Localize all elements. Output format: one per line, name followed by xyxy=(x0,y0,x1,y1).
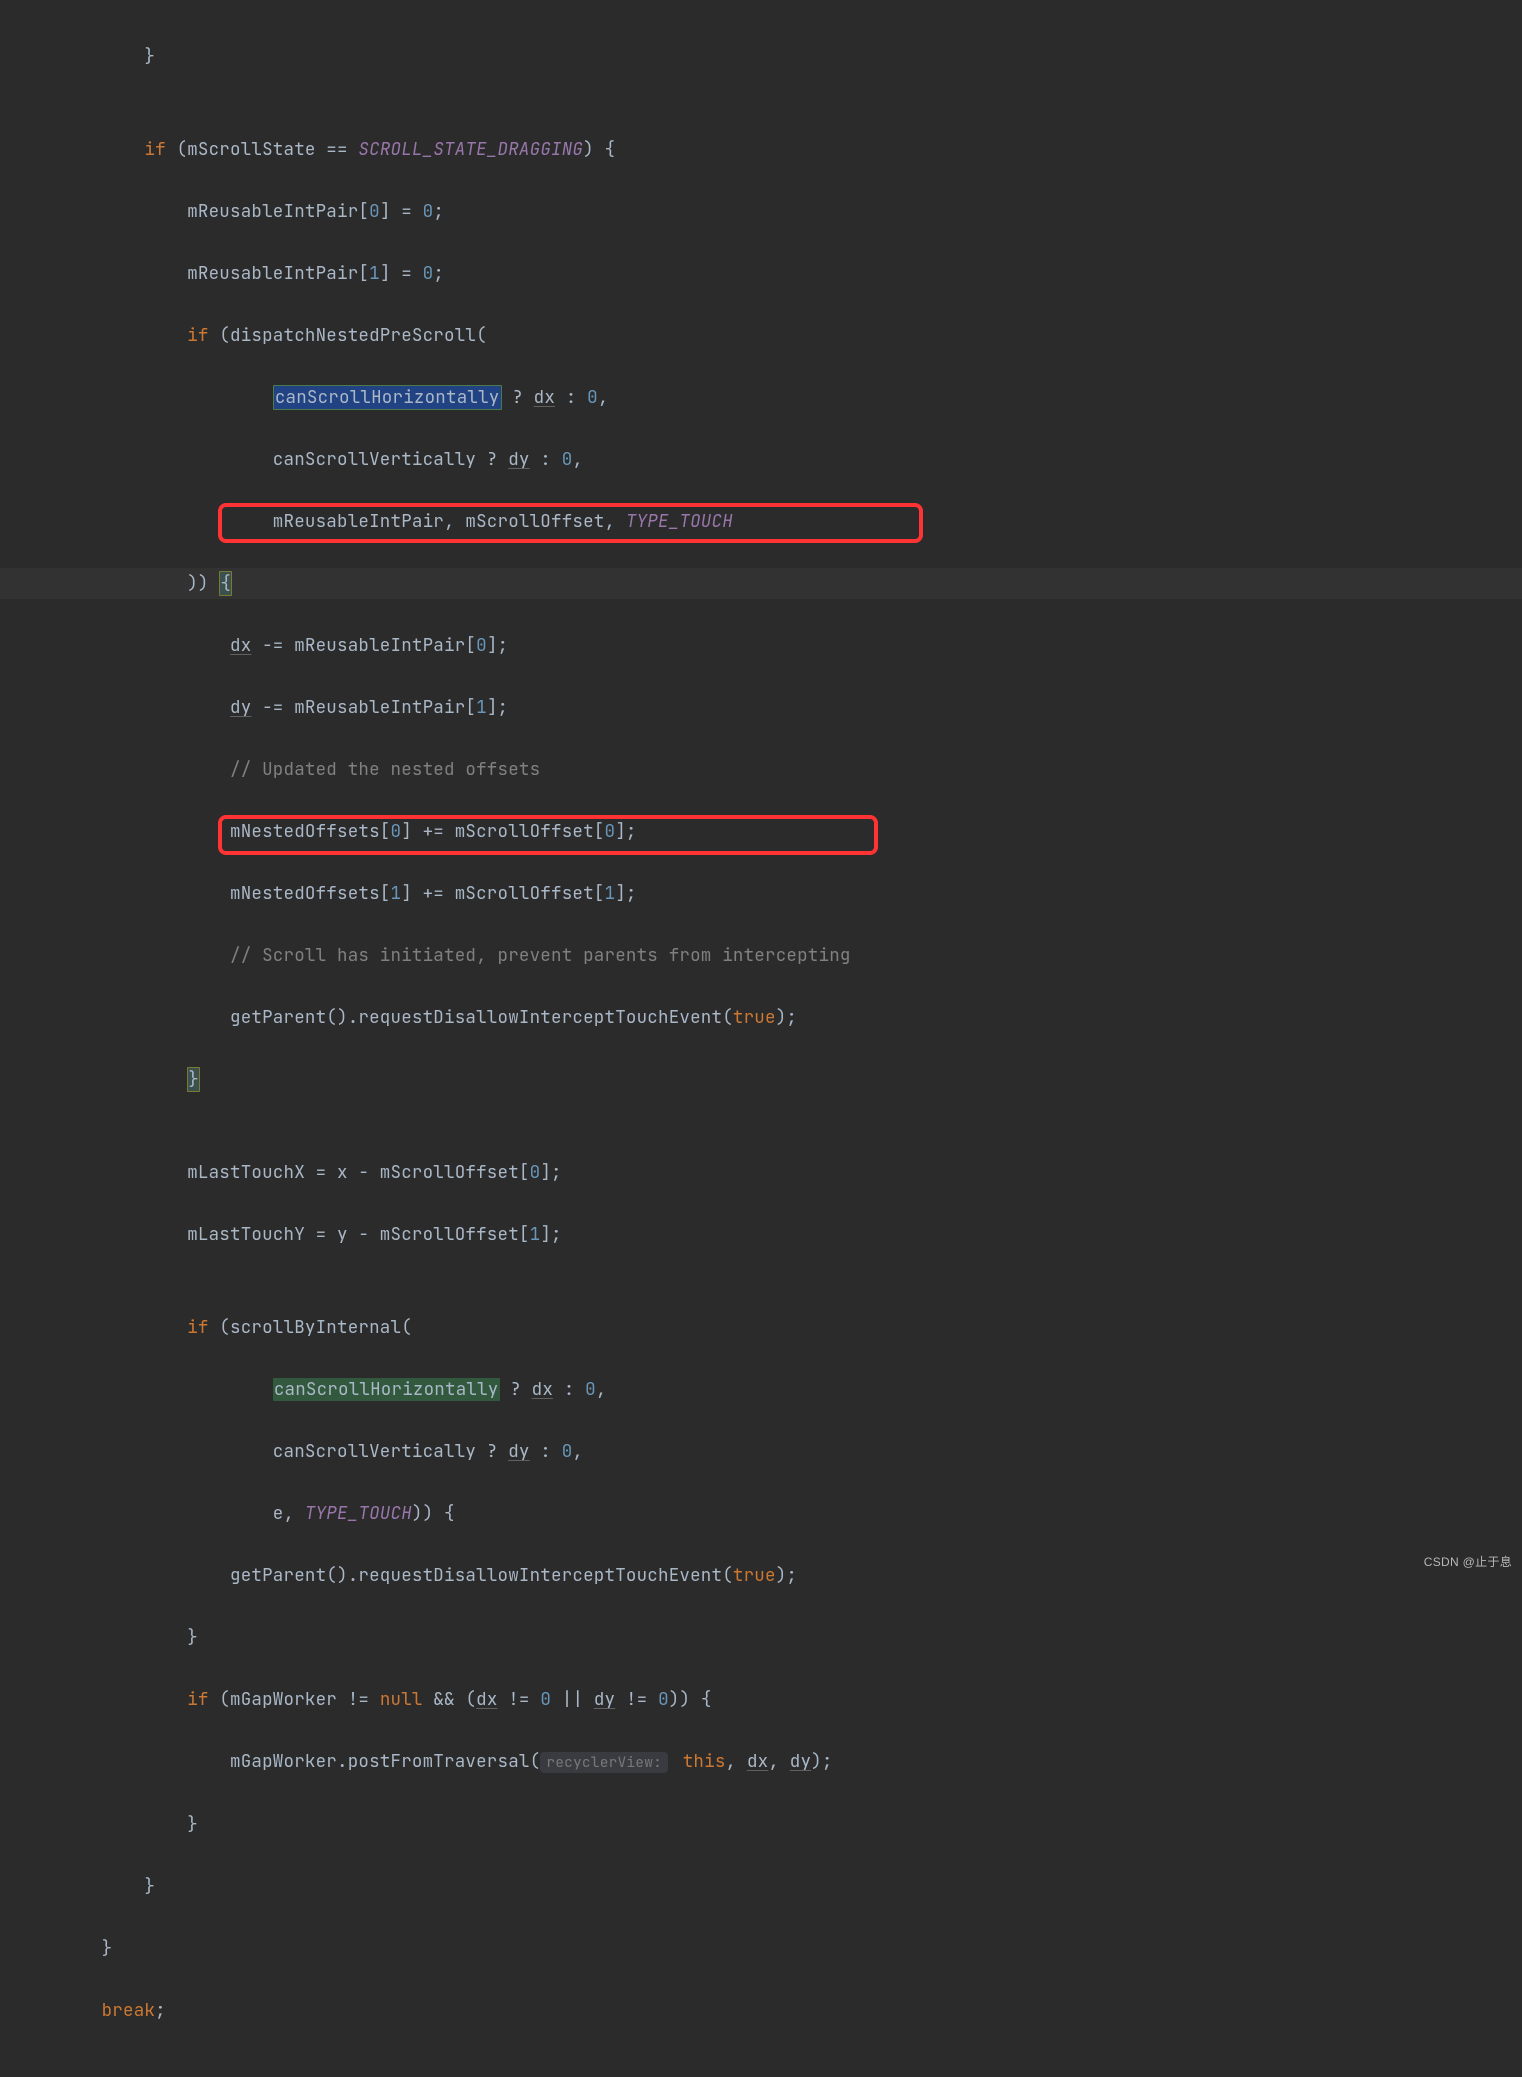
watermark-text: CSDN @止于息 xyxy=(1424,1553,1512,1570)
code-line: } xyxy=(0,1871,1522,1902)
code-line: mGapWorker.postFromTraversal(recyclerVie… xyxy=(0,1746,1522,1778)
code-line: } xyxy=(0,1622,1522,1653)
code-line: mLastTouchX = x - mScrollOffset[0]; xyxy=(0,1157,1522,1188)
code-line: mNestedOffsets[0] += mScrollOffset[0]; xyxy=(0,816,1522,847)
code-line: mReusableIntPair[1] = 0; xyxy=(0,258,1522,289)
code-line: break; xyxy=(0,1995,1522,2026)
code-line: canScrollHorizontally ? dx : 0, xyxy=(0,382,1522,413)
code-line: canScrollVertically ? dy : 0, xyxy=(0,1436,1522,1467)
code-line: if (dispatchNestedPreScroll( xyxy=(0,320,1522,351)
code-line: mReusableIntPair[0] = 0; xyxy=(0,196,1522,227)
code-line-highlighted: )) { xyxy=(0,568,1522,599)
code-line: if (mScrollState == SCROLL_STATE_DRAGGIN… xyxy=(0,134,1522,165)
brace-match: { xyxy=(219,571,232,596)
selection-match: canScrollHorizontally xyxy=(273,1378,500,1401)
code-line: dx -= mReusableIntPair[0]; xyxy=(0,630,1522,661)
code-line: if (mGapWorker != null && (dx != 0 || dy… xyxy=(0,1684,1522,1715)
code-line: getParent().requestDisallowInterceptTouc… xyxy=(0,1560,1522,1591)
code-line: dy -= mReusableIntPair[1]; xyxy=(0,692,1522,723)
code-line: // Updated the nested offsets xyxy=(0,754,1522,785)
code-line: } xyxy=(0,41,1522,72)
code-line: } xyxy=(0,1064,1522,1095)
code-editor[interactable]: } if (mScrollState == SCROLL_STATE_DRAGG… xyxy=(0,0,1522,2077)
code-line: // Scroll has initiated, prevent parents… xyxy=(0,940,1522,971)
code-line: e, TYPE_TOUCH)) { xyxy=(0,1498,1522,1529)
code-line: canScrollHorizontally ? dx : 0, xyxy=(0,1374,1522,1405)
selected-identifier: canScrollHorizontally xyxy=(273,385,502,410)
code-line: mLastTouchY = y - mScrollOffset[1]; xyxy=(0,1219,1522,1250)
code-line: if (scrollByInternal( xyxy=(0,1312,1522,1343)
code-line: mReusableIntPair, mScrollOffset, TYPE_TO… xyxy=(0,506,1522,537)
brace-match: } xyxy=(187,1067,200,1092)
code-line: getParent().requestDisallowInterceptTouc… xyxy=(0,1002,1522,1033)
code-line: } xyxy=(0,1933,1522,1964)
code-line: canScrollVertically ? dy : 0, xyxy=(0,444,1522,475)
parameter-hint: recyclerView: xyxy=(540,1752,668,1773)
code-line: } xyxy=(0,1809,1522,1840)
code-line: mNestedOffsets[1] += mScrollOffset[1]; xyxy=(0,878,1522,909)
